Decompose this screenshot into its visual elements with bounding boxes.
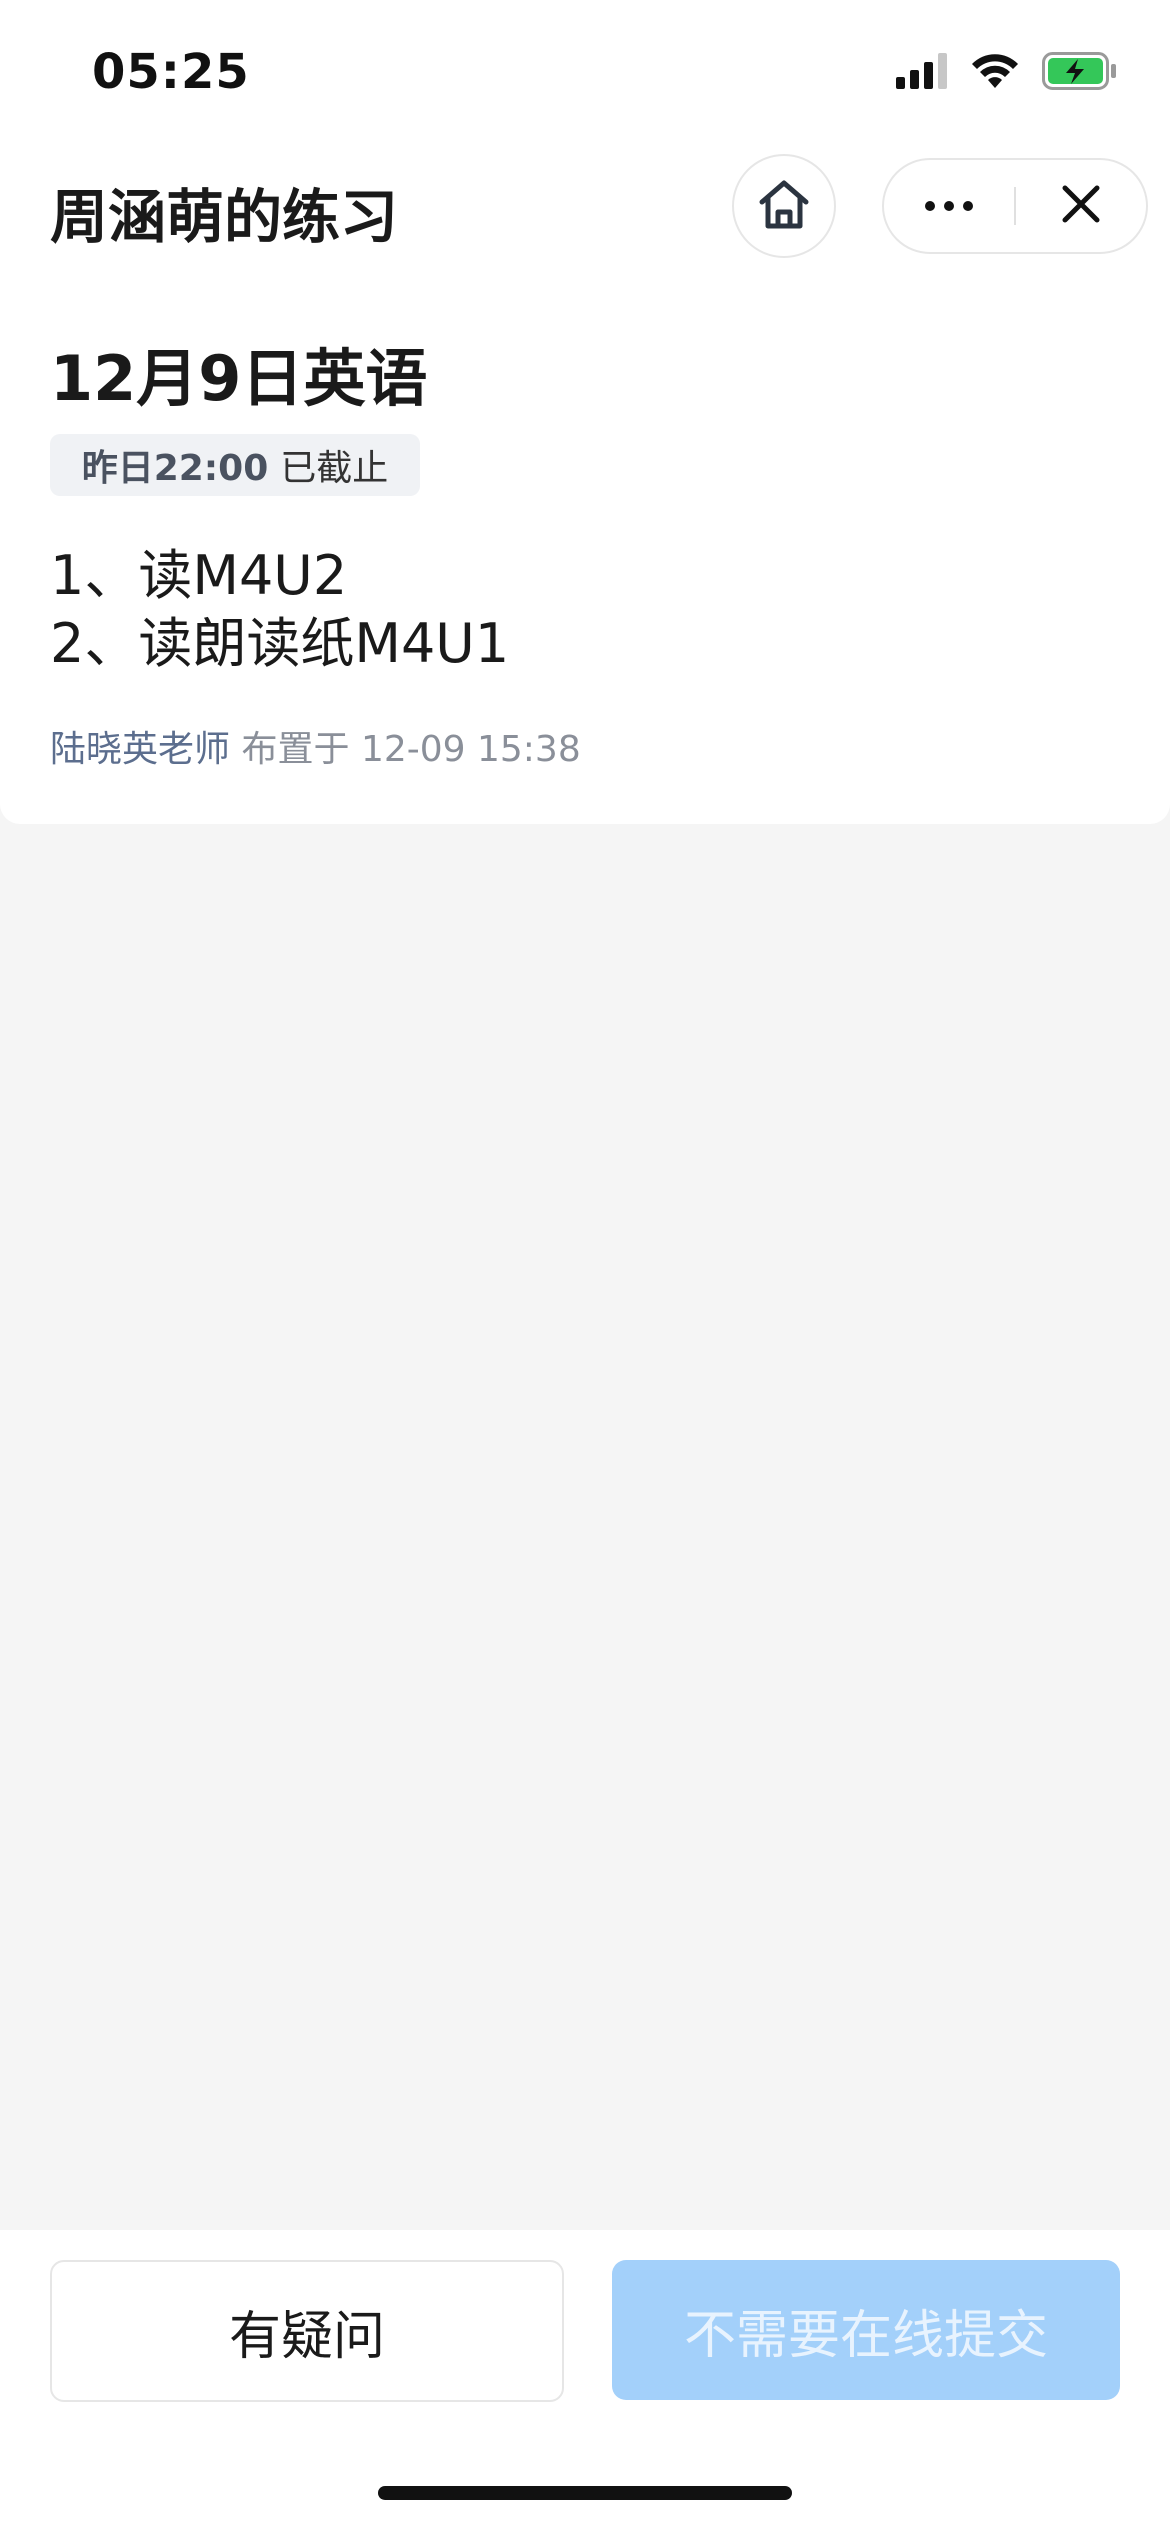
status-bar: 05:25 [0, 0, 1170, 140]
homework-title: 12月9日英语 [50, 342, 428, 415]
homework-card: 12月9日英语 昨日22:00 已截止 1、读M4U2 2、读朗读纸M4U1 陆… [0, 272, 1170, 824]
assigned-label: 布置于 [241, 729, 350, 770]
home-button[interactable] [732, 154, 836, 258]
close-icon [1061, 184, 1101, 228]
page-title: 周涵萌的练习 [50, 183, 399, 251]
battery-charging-icon [1042, 52, 1118, 94]
teacher-name: 陆晓英老师 [50, 729, 231, 770]
homework-content: 1、读M4U2 2、读朗读纸M4U1 [50, 542, 509, 678]
nav-bar: 周涵萌的练习 [0, 140, 1170, 274]
deadline-time: 昨日22:00 [81, 448, 269, 489]
mini-program-capsule [882, 158, 1148, 254]
status-icons [896, 52, 1118, 94]
question-button[interactable]: 有疑问 [50, 2260, 564, 2402]
cellular-signal-icon [896, 53, 948, 93]
more-icon [924, 197, 974, 216]
home-indicator [378, 2486, 792, 2500]
assigned-time: 12-09 15:38 [360, 729, 581, 770]
homework-line: 1、读M4U2 [50, 544, 348, 607]
wifi-icon [970, 52, 1020, 94]
homework-meta: 陆晓英老师 布置于 12-09 15:38 [50, 720, 581, 772]
homework-line: 2、读朗读纸M4U1 [50, 612, 510, 675]
submit-button[interactable]: 不需要在线提交 [612, 2260, 1120, 2400]
more-button[interactable] [884, 160, 1014, 252]
deadline-status: 已截止 [280, 448, 389, 489]
home-icon [755, 175, 813, 237]
close-button[interactable] [1016, 160, 1146, 252]
deadline-tag: 昨日22:00 已截止 [50, 434, 420, 496]
status-time: 05:25 [92, 44, 250, 100]
